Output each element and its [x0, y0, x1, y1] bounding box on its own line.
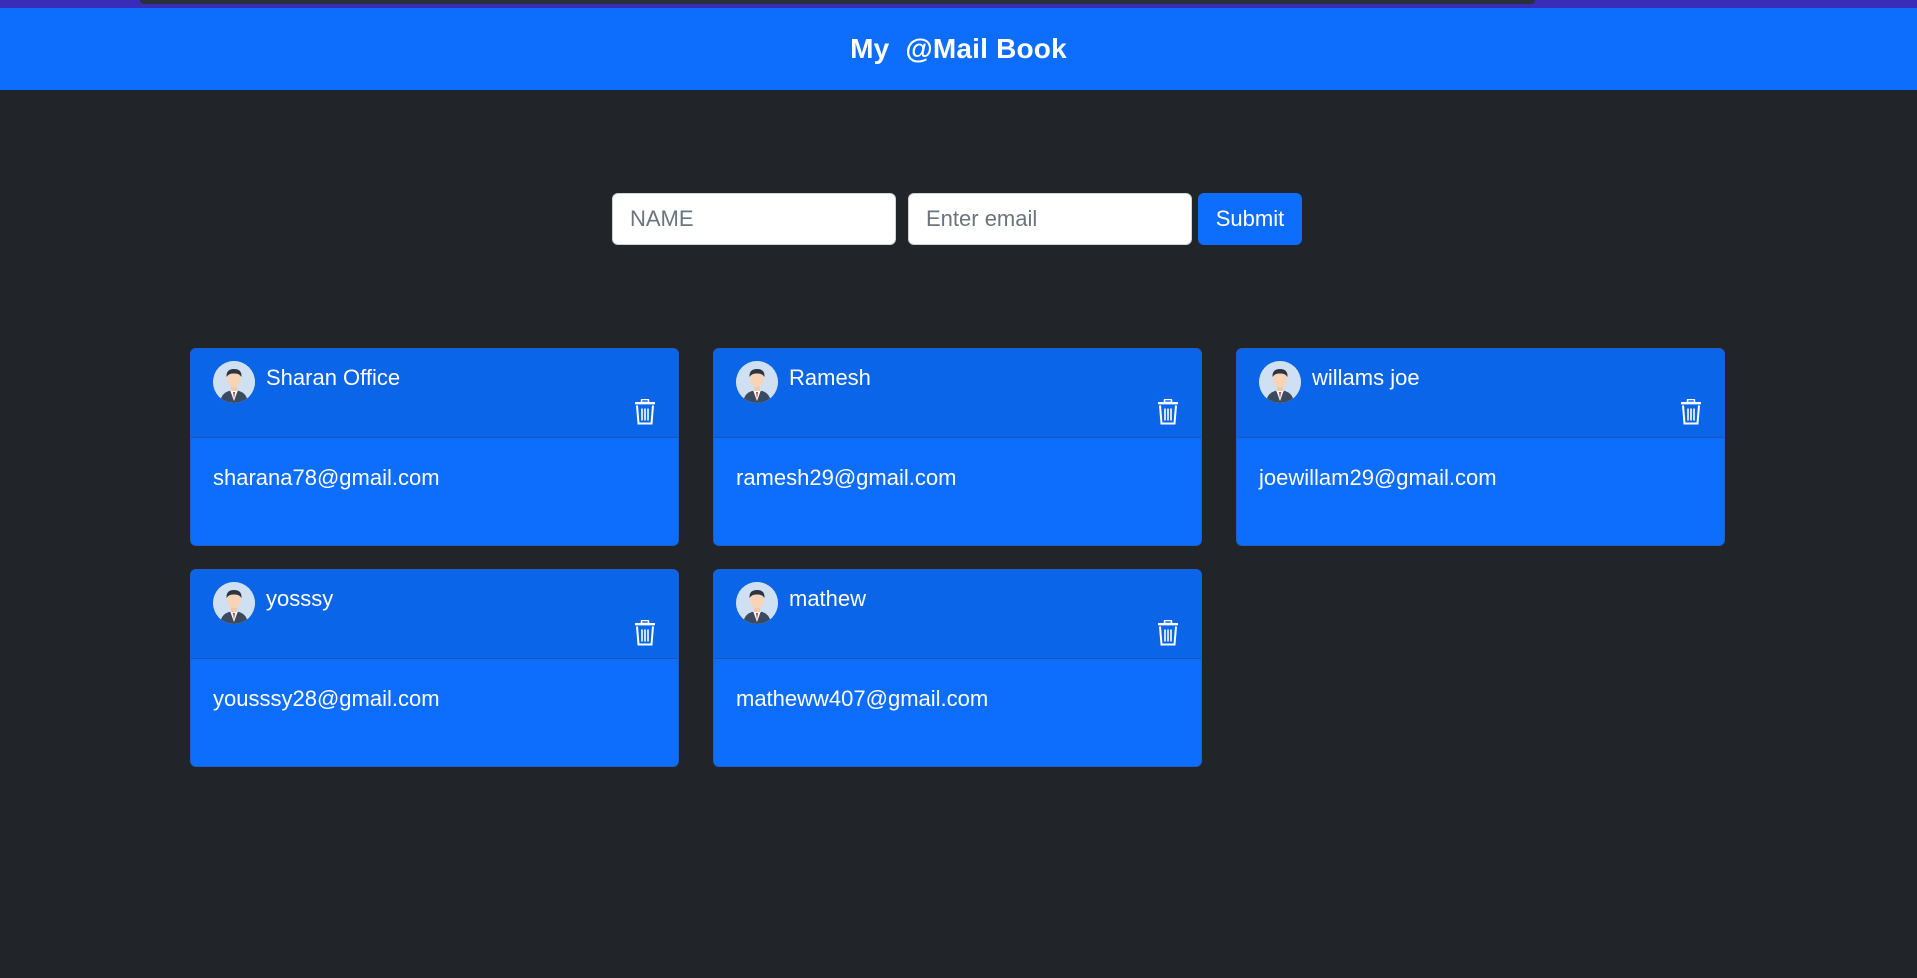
- contact-card: mathew matheww407@gmail.com: [713, 569, 1202, 767]
- add-contact-form: Submit: [612, 193, 1302, 245]
- contact-name: Sharan Office: [266, 365, 401, 390]
- contact-email: matheww407@gmail.com: [736, 686, 989, 711]
- user-avatar-icon: [213, 582, 255, 624]
- browser-top-strip: [0, 0, 1917, 8]
- trash-icon[interactable]: [1157, 399, 1179, 425]
- email-input[interactable]: [908, 193, 1192, 245]
- trash-icon[interactable]: [634, 399, 656, 425]
- contact-email: ramesh29@gmail.com: [736, 465, 957, 490]
- user-avatar-icon: [736, 582, 778, 624]
- navbar: My @Mail Book: [0, 8, 1917, 90]
- contact-card: Sharan Office sharana78@gmail.com: [190, 348, 679, 546]
- contact-email: sharana78@gmail.com: [213, 465, 440, 490]
- contact-email: joewillam29@gmail.com: [1259, 465, 1497, 490]
- contact-card-header: Ramesh: [714, 349, 1201, 438]
- contact-card: yosssy yousssy28@gmail.com: [190, 569, 679, 767]
- user-avatar-icon: [736, 361, 778, 403]
- contact-card-header: yosssy: [191, 570, 678, 659]
- user-avatar-icon: [213, 361, 255, 403]
- contact-email: yousssy28@gmail.com: [213, 686, 440, 711]
- submit-button[interactable]: Submit: [1198, 193, 1302, 245]
- contact-card-header: willams joe: [1237, 349, 1724, 438]
- name-input[interactable]: [612, 193, 896, 245]
- contact-card: Ramesh ramesh29@gmail.com: [713, 348, 1202, 546]
- trash-icon[interactable]: [1680, 399, 1702, 425]
- app-title[interactable]: My @Mail Book: [850, 33, 1067, 65]
- top-strip-tab: [140, 0, 1535, 4]
- contact-name: Ramesh: [789, 365, 871, 390]
- contact-name: yosssy: [266, 586, 334, 611]
- trash-icon[interactable]: [634, 620, 656, 646]
- user-avatar-icon: [1259, 361, 1301, 403]
- contact-card-header: mathew: [714, 570, 1201, 659]
- contact-card-header: Sharan Office: [191, 349, 678, 438]
- contact-list: Sharan Office sharana78@gmail.com Ramesh…: [190, 348, 1725, 767]
- contact-card: willams joe joewillam29@gmail.com: [1236, 348, 1725, 546]
- trash-icon[interactable]: [1157, 620, 1179, 646]
- contact-name: willams joe: [1312, 365, 1420, 390]
- contact-name: mathew: [789, 586, 867, 611]
